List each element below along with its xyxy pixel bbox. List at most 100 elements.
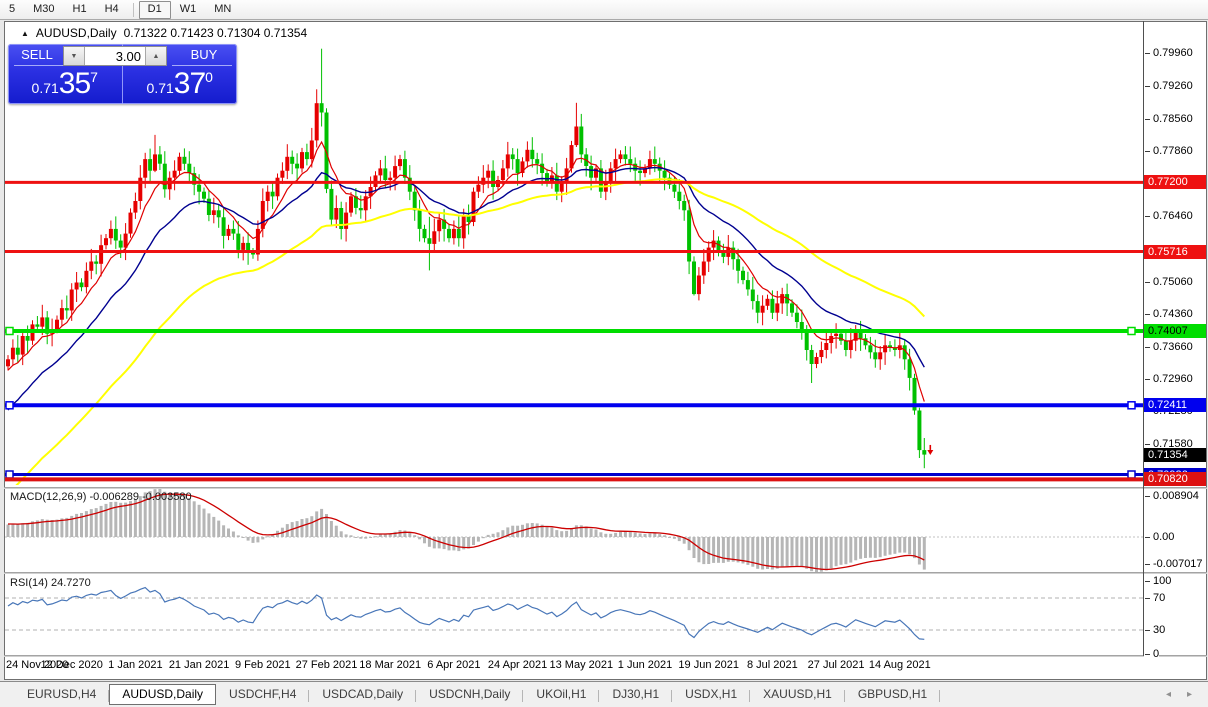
buy-label[interactable]: BUY <box>171 47 237 62</box>
candle <box>265 185 270 212</box>
macd-histogram-bar <box>207 513 211 537</box>
candle <box>902 339 907 370</box>
macd-histogram-bar <box>359 537 363 539</box>
time-axis-splitter[interactable] <box>4 655 1207 657</box>
rsi-indicator-pane[interactable] <box>5 574 1143 654</box>
macd-histogram-bar <box>129 501 132 537</box>
candle <box>598 160 603 198</box>
candle <box>643 164 647 178</box>
symbol-tab-usdcnh-daily[interactable]: USDCNH,Daily <box>416 684 524 705</box>
symbol-tab-xauusd-h1[interactable]: XAUUSD,H1 <box>750 684 845 705</box>
timeframe-button-mn[interactable]: MN <box>205 1 240 19</box>
price-axis[interactable]: 0.79960 0.79260 0.78560 0.77860 0.76460 0.750… <box>1144 21 1208 661</box>
hline-handle[interactable] <box>5 470 14 479</box>
candle <box>231 220 236 240</box>
volume-increase-icon[interactable]: ▲ <box>145 47 166 65</box>
hline-handle[interactable] <box>1127 326 1136 336</box>
rsi-axis-label-30: 30 <box>1144 623 1166 637</box>
macd-histogram-bar <box>119 502 123 537</box>
candle <box>819 341 824 364</box>
rsi-pane-splitter[interactable] <box>4 572 1207 574</box>
candle <box>226 224 231 241</box>
timeframe-button-h4[interactable]: H4 <box>96 1 128 19</box>
candle <box>540 153 545 186</box>
macd-histogram-bar <box>663 535 667 537</box>
candle <box>883 334 888 365</box>
buy-underline <box>172 65 232 66</box>
macd-histogram-bar <box>677 537 681 542</box>
candle <box>750 276 755 310</box>
candle <box>319 48 324 127</box>
timeframe-button-h1[interactable]: H1 <box>64 1 96 19</box>
candle <box>878 346 883 370</box>
symbol-tab-audusd-daily[interactable]: AUDUSD,Daily <box>109 684 217 705</box>
time-axis[interactable]: 24 Nov 2020 12 Dec 2020 1 Jan 2021 21 Jan 2… <box>5 658 1143 676</box>
candle <box>10 339 15 366</box>
candle <box>251 248 255 259</box>
macd-histogram-bar <box>653 533 657 537</box>
candle <box>314 89 319 148</box>
candle <box>535 152 540 175</box>
macd-histogram-bar <box>829 537 833 569</box>
macd-histogram-bar <box>398 530 402 537</box>
hline-handle[interactable] <box>5 326 14 336</box>
candle <box>623 146 628 166</box>
sell-label[interactable]: SELL <box>8 47 66 62</box>
macd-histogram-bar <box>805 537 809 569</box>
timeframe-button-5[interactable]: 5 <box>0 1 24 19</box>
hline-handle[interactable] <box>1127 470 1136 479</box>
macd-histogram-bar <box>467 537 471 549</box>
timeframe-button-w1[interactable]: W1 <box>171 1 206 19</box>
macd-histogram-bar <box>589 528 593 537</box>
macd-histogram-bar <box>883 537 887 556</box>
candle <box>167 171 172 200</box>
timeframe-button-d1[interactable]: D1 <box>138 0 171 19</box>
symbol-tab-eurusd-h4[interactable]: EURUSD,H4 <box>14 684 110 705</box>
tab-scroll-right-icon[interactable]: ▸ <box>1187 689 1192 700</box>
macd-histogram-bar <box>65 517 69 537</box>
date-label: 21 Jan 2021 <box>168 659 230 671</box>
macd-histogram-bar <box>555 530 559 537</box>
macd-histogram-bar <box>824 537 828 571</box>
macd-pane-splitter[interactable] <box>4 487 1207 489</box>
candle <box>662 160 667 191</box>
symbol-tab-usdx-h1[interactable]: USDX,H1 <box>672 684 751 705</box>
macd-histogram-bar <box>819 537 823 572</box>
symbol-tab-usdcad-daily[interactable]: USDCAD,Daily <box>309 684 416 705</box>
buy-price[interactable]: 0.71370 <box>123 67 238 101</box>
symbol-tab-gbpusd-h1[interactable]: GBPUSD,H1 <box>845 684 941 705</box>
date-label: 14 Aug 2021 <box>868 659 931 671</box>
macd-histogram-bar <box>55 519 59 537</box>
macd-histogram-bar <box>227 528 230 537</box>
price-tag-0.77200: 0.77200 <box>1144 175 1206 190</box>
symbol-tab-ukoil-h1[interactable]: UKOil,H1 <box>523 684 600 705</box>
candle <box>745 271 750 296</box>
collapse-triangle-icon[interactable]: ▲ <box>21 29 29 38</box>
macd-histogram-bar <box>256 537 260 543</box>
symbol-tab-usdchf-h4[interactable]: USDCHF,H4 <box>216 684 310 705</box>
sell-arrow-marker[interactable] <box>927 444 934 455</box>
tab-scroll-left-icon[interactable]: ◂ <box>1166 689 1171 700</box>
candle <box>682 194 687 221</box>
price-tag-0.72411: 0.72411 <box>1144 398 1206 413</box>
sell-price[interactable]: 0.71357 <box>8 67 122 101</box>
hline-handle[interactable] <box>1127 401 1136 410</box>
candle <box>525 141 530 168</box>
date-label: 8 Jul 2021 <box>747 659 798 671</box>
candle <box>422 224 427 243</box>
rsi-axis-label-70: 70 <box>1144 591 1166 605</box>
price-tick-0.78560: 0.78560 <box>1144 112 1193 126</box>
macd-histogram-bar <box>305 518 309 537</box>
hline-handle[interactable] <box>5 401 14 410</box>
macd-histogram-bar <box>486 534 490 537</box>
candle <box>157 146 162 170</box>
macd-histogram-bar <box>349 535 353 537</box>
volume-decrease-icon[interactable]: ▼ <box>64 47 85 65</box>
volume-input[interactable] <box>85 47 145 65</box>
date-label: 27 Jul 2021 <box>807 659 865 671</box>
timeframe-button-m30[interactable]: M30 <box>24 1 63 19</box>
macd-histogram-bar <box>844 537 848 565</box>
candle <box>755 294 760 324</box>
symbol-tab-dj30-h1[interactable]: DJ30,H1 <box>599 684 672 705</box>
date-label: 1 Jun 2021 <box>617 659 673 671</box>
